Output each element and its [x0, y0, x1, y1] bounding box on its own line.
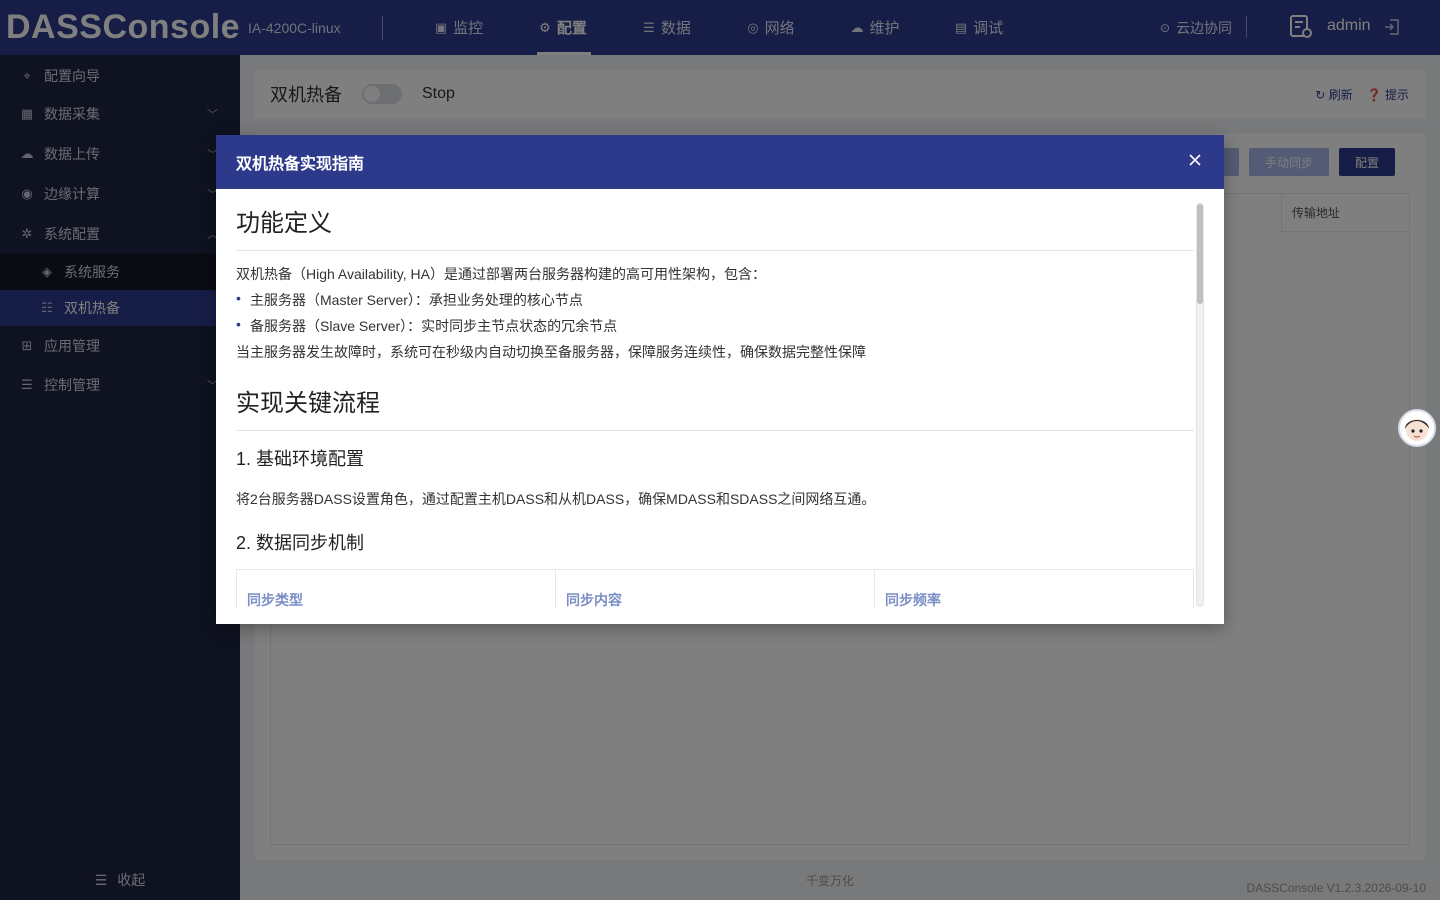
scrollbar-thumb[interactable]	[1197, 204, 1203, 304]
heading-env: 1. 基础环境配置	[236, 449, 365, 469]
failover-text: 当主服务器发生故障时，系统可在秒级内自动切换至备服务器，保障服务连续性，确保数据…	[236, 344, 866, 360]
close-icon[interactable]	[1188, 153, 1202, 167]
heading-flow: 实现关键流程	[236, 383, 1194, 431]
heading-sync: 2. 数据同步机制	[236, 533, 365, 553]
avatar-face-icon	[1405, 419, 1429, 441]
modal-body: 功能定义 双机热备（High Availability, HA）是通过部署两台服…	[236, 189, 1194, 609]
modal-header: 双机热备实现指南	[216, 135, 1224, 189]
list-item: 备服务器（Slave Server）：实时同步主节点状态的冗余节点	[236, 316, 617, 336]
list-item: 主服务器（Master Server）：承担业务处理的核心节点	[236, 290, 583, 310]
intro-text: 双机热备（High Availability, HA）是通过部署两台服务器构建的…	[236, 266, 766, 282]
assistant-avatar[interactable]	[1398, 409, 1436, 447]
env-text: 将2台服务器DASS设置角色，通过配置主机DASS和从机DASS，确保MDASS…	[236, 491, 876, 507]
modal-scrollbar[interactable]	[1196, 203, 1204, 607]
table-header-sync-type: 同步类型	[237, 570, 556, 609]
heading-definition: 功能定义	[236, 203, 1194, 251]
sync-table: 同步类型 同步内容 同步频率	[236, 569, 1194, 609]
table-header-sync-content: 同步内容	[556, 570, 875, 609]
modal-title: 双机热备实现指南	[236, 156, 365, 173]
table-header-sync-frequency: 同步频率	[885, 592, 941, 608]
guide-modal: 双机热备实现指南 功能定义 双机热备（High Availability, HA…	[216, 135, 1224, 624]
